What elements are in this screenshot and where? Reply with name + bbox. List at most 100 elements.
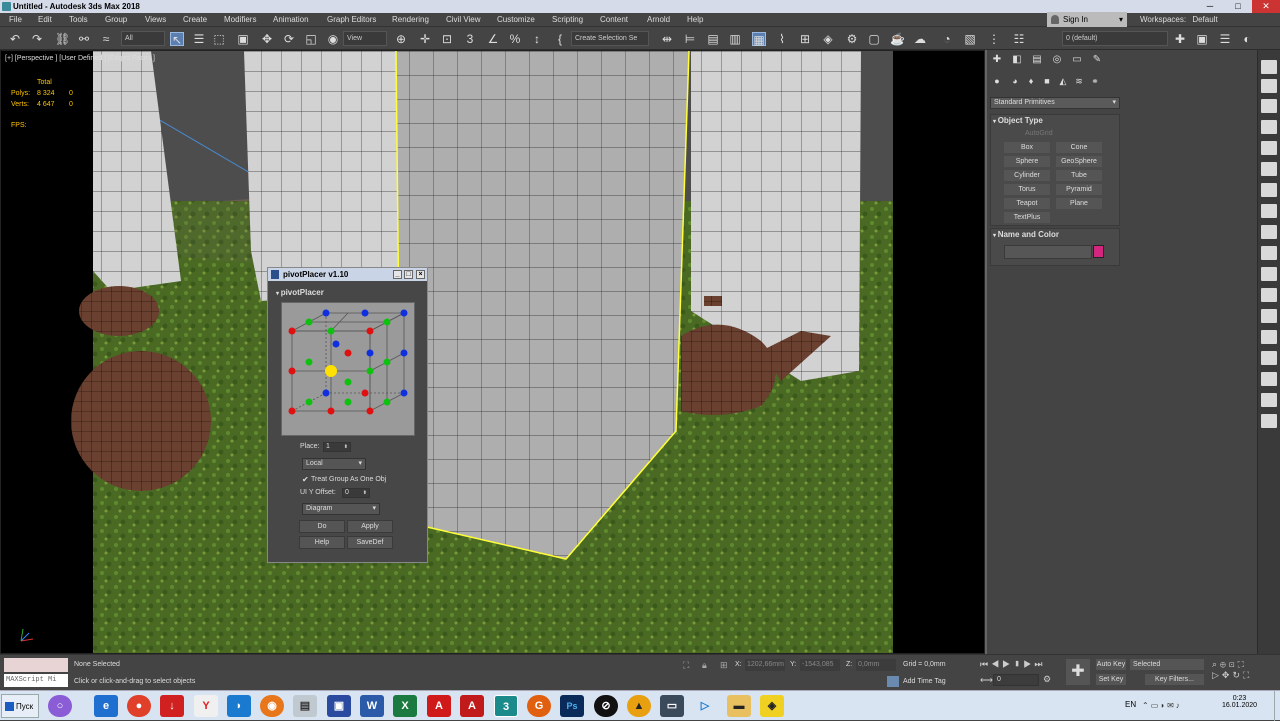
view-mode-dropdown[interactable]: Diagram ▾: [302, 503, 380, 515]
autogrid-checkbox[interactable]: AutoGrid: [1025, 130, 1053, 137]
tool-icon[interactable]: [1261, 393, 1277, 407]
scale-icon[interactable]: ◱: [304, 32, 318, 46]
pivot-point[interactable]: [383, 318, 391, 326]
pivot-point[interactable]: [344, 349, 352, 357]
do-button[interactable]: Do: [299, 520, 345, 533]
helpers-icon[interactable]: ◭: [1057, 75, 1069, 87]
render-setup-icon[interactable]: ⚙: [845, 32, 859, 46]
primitive-category-dropdown[interactable]: Standard Primitives ▾: [990, 97, 1120, 109]
app-slash-icon[interactable]: ⊘: [594, 695, 618, 717]
set-key-button[interactable]: Set Key: [1096, 674, 1126, 685]
tool-icon[interactable]: [1261, 60, 1277, 74]
sign-in-dropdown[interactable]: Sign In ▾: [1047, 12, 1127, 27]
select-by-name-icon[interactable]: ☰: [192, 32, 206, 46]
tool-icon[interactable]: [1261, 414, 1277, 428]
curve-editor-icon[interactable]: ⌇: [775, 32, 789, 46]
menu-group[interactable]: Group: [105, 14, 127, 26]
selection-set-dropdown[interactable]: Create Selection Se: [571, 31, 649, 46]
pivot-point[interactable]: [332, 340, 340, 348]
rendered-frame-icon[interactable]: ▢: [867, 32, 881, 46]
pivotplacer-rollout-header[interactable]: ▾ pivotPlacer: [276, 288, 324, 297]
selection-filter-dropdown[interactable]: All: [121, 31, 165, 46]
name-and-color-header[interactable]: ▾ Name and Color: [993, 230, 1059, 239]
acrobat-icon[interactable]: A: [427, 695, 451, 717]
place-spinner[interactable]: 1 ⬍: [323, 442, 351, 452]
edit-named-sets-icon[interactable]: {: [553, 32, 567, 46]
time-tag-icon[interactable]: [887, 676, 899, 687]
schematic-view-icon[interactable]: ⊞: [798, 32, 812, 46]
monitor-icon[interactable]: ▭: [660, 695, 684, 717]
rotate-icon[interactable]: ⟳: [282, 32, 296, 46]
minimize-button[interactable]: ─: [1196, 0, 1224, 13]
savedef-button[interactable]: SaveDef: [347, 536, 393, 549]
pivot-point-selected[interactable]: [325, 365, 337, 377]
object-type-header[interactable]: ▾ Object Type: [993, 116, 1043, 125]
yandex-browser-icon[interactable]: Y: [194, 695, 218, 717]
viewport-label[interactable]: [+] [Perspective ] [User Defined ] [Edge…: [5, 55, 155, 62]
pivot-point[interactable]: [361, 309, 369, 317]
tube-button[interactable]: Tube: [1056, 170, 1102, 181]
teapot-button[interactable]: Teapot: [1004, 198, 1050, 209]
motion-tab-icon[interactable]: ◎: [1051, 54, 1063, 66]
key-mode-dropdown[interactable]: Selected: [1130, 659, 1204, 670]
material-editor-icon[interactable]: ◈: [821, 32, 835, 46]
notepad-icon[interactable]: ▤: [293, 695, 317, 717]
add-layer-icon[interactable]: ✚: [1173, 32, 1187, 46]
menu-edit[interactable]: Edit: [38, 14, 52, 26]
box-button[interactable]: Box: [1004, 142, 1050, 153]
ribbon-toggle-icon[interactable]: ▥: [728, 32, 742, 46]
menu-customize[interactable]: Customize: [497, 14, 535, 26]
pivot-point[interactable]: [400, 349, 408, 357]
pivot-point[interactable]: [327, 407, 335, 415]
pivot-point[interactable]: [288, 367, 296, 375]
coordinate-mode-dropdown[interactable]: Local ▾: [302, 458, 366, 470]
link-icon[interactable]: ⛓: [55, 32, 70, 46]
mirror-icon[interactable]: ⇹: [660, 32, 674, 46]
torus-button[interactable]: Torus: [1004, 184, 1050, 195]
menu-civil-view[interactable]: Civil View: [446, 14, 481, 26]
file-explorer-icon[interactable]: ▬: [727, 695, 751, 717]
reference-coordinate-dropdown[interactable]: View: [343, 31, 387, 46]
ui-y-offset-spinner[interactable]: 0 ⬍: [342, 488, 370, 498]
download-manager-icon[interactable]: ↓: [160, 695, 184, 717]
tool-icon[interactable]: [1261, 246, 1277, 260]
dialog-minimize-button[interactable]: _: [393, 270, 402, 279]
plane-button[interactable]: Plane: [1056, 198, 1102, 209]
keyboard-shortcut-icon[interactable]: ⊡: [440, 32, 454, 46]
system-clock[interactable]: 0:23 16.01.2020: [1222, 695, 1257, 709]
maximize-button[interactable]: □: [1224, 0, 1252, 13]
utilities-tab-icon[interactable]: ✎: [1091, 54, 1103, 66]
menu-help[interactable]: Help: [687, 14, 703, 26]
menu-animation[interactable]: Animation: [273, 14, 309, 26]
word-icon[interactable]: W: [360, 695, 384, 717]
apply-button[interactable]: Apply: [347, 520, 393, 533]
cone-button[interactable]: Cone: [1056, 142, 1102, 153]
app-triangle-icon[interactable]: ▲: [627, 695, 651, 717]
tool-icon[interactable]: [1261, 288, 1277, 302]
redo-icon[interactable]: ↷: [30, 32, 44, 46]
lock-icon[interactable]: 🔒︎: [702, 660, 714, 670]
current-frame-field[interactable]: 0: [993, 674, 1039, 686]
bind-space-warp-icon[interactable]: ≈: [99, 32, 113, 46]
pivot-point[interactable]: [400, 309, 408, 317]
chrome-icon[interactable]: ●: [127, 695, 151, 717]
tool-icon[interactable]: [1261, 183, 1277, 197]
perspective-viewport[interactable]: [+] [Perspective ] [User Defined ] [Edge…: [0, 50, 985, 654]
layers-icon[interactable]: ☷: [1012, 32, 1026, 46]
transform-mode-icon[interactable]: ⊞: [720, 660, 732, 670]
z-coordinate-field[interactable]: 0,0mm: [856, 659, 896, 671]
pivot-point[interactable]: [288, 327, 296, 335]
pivot-point[interactable]: [400, 389, 408, 397]
tool-icon[interactable]: [1261, 79, 1277, 93]
geometry-icon[interactable]: ●: [991, 75, 1003, 87]
dialog-maximize-button[interactable]: □: [404, 270, 413, 279]
isolate-icon[interactable]: ⛶: [683, 660, 695, 670]
percent-snap-icon[interactable]: %: [508, 32, 522, 46]
render-icon[interactable]: ☕: [890, 32, 905, 46]
pivot-point[interactable]: [383, 358, 391, 366]
textplus-button[interactable]: TextPlus: [1004, 212, 1050, 223]
select-object-icon[interactable]: ↖: [170, 32, 184, 47]
place-icon[interactable]: ◉: [326, 32, 340, 46]
autocad-icon[interactable]: A: [460, 695, 484, 717]
systems-icon[interactable]: ⚭: [1089, 75, 1101, 87]
